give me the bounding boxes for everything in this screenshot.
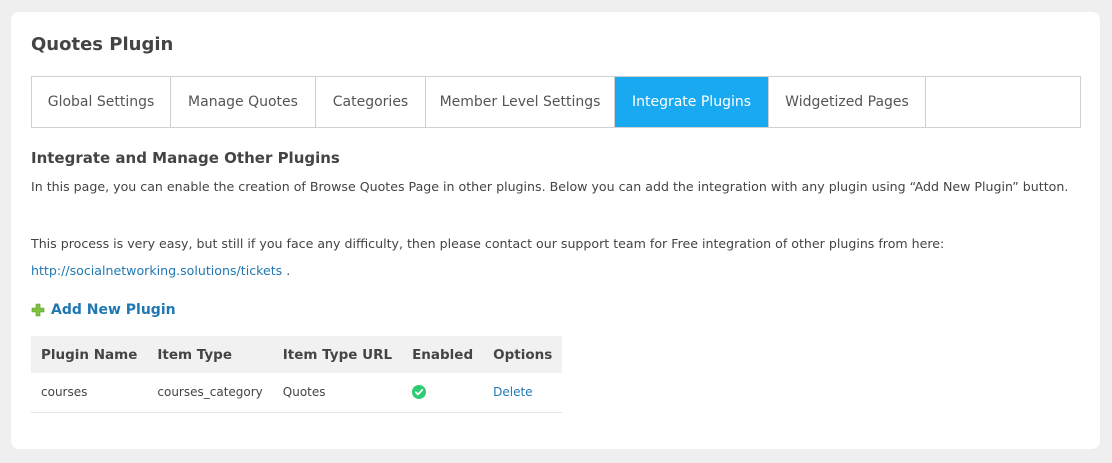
tab-member-level-settings[interactable]: Member Level Settings xyxy=(426,77,615,127)
support-link-suffix: . xyxy=(282,263,291,278)
delete-link[interactable]: Delete xyxy=(493,385,532,399)
tab-widgetized-pages[interactable]: Widgetized Pages xyxy=(769,77,926,127)
tab-global-settings[interactable]: Global Settings xyxy=(32,77,171,127)
content-card: Quotes Plugin Global Settings Manage Quo… xyxy=(11,12,1100,449)
header-item-type: Item Type xyxy=(147,336,273,373)
tab-bar: Global Settings Manage Quotes Categories… xyxy=(31,76,1081,128)
support-text: This process is very easy, but still if … xyxy=(31,236,945,251)
header-plugin-name: Plugin Name xyxy=(31,336,148,373)
support-link-line: http://socialnetworking.solutions/ticket… xyxy=(31,263,290,278)
section-description: In this page, you can enable the creatio… xyxy=(31,179,1069,194)
header-enabled: Enabled xyxy=(402,336,484,373)
add-new-plugin-button[interactable]: Add New Plugin xyxy=(31,302,176,318)
table-row: courses courses_category Quotes Delete xyxy=(31,373,563,413)
section-heading: Integrate and Manage Other Plugins xyxy=(31,149,340,167)
support-link[interactable]: http://socialnetworking.solutions/ticket… xyxy=(31,263,282,278)
cell-item-type: courses_category xyxy=(147,373,273,413)
cell-enabled xyxy=(402,373,484,413)
check-circle-icon[interactable] xyxy=(412,385,427,400)
tab-manage-quotes[interactable]: Manage Quotes xyxy=(171,77,316,127)
tab-categories[interactable]: Categories xyxy=(316,77,426,127)
plugins-table: Plugin Name Item Type Item Type URL Enab… xyxy=(31,336,563,413)
cell-plugin-name: courses xyxy=(31,373,148,413)
header-item-type-url: Item Type URL xyxy=(272,336,403,373)
cell-item-type-url: Quotes xyxy=(272,373,403,413)
plus-icon xyxy=(31,303,45,317)
page-title: Quotes Plugin xyxy=(31,34,174,55)
add-new-plugin-label: Add New Plugin xyxy=(51,302,176,318)
header-options: Options xyxy=(483,336,563,373)
tab-integrate-plugins[interactable]: Integrate Plugins xyxy=(615,77,769,127)
table-header-row: Plugin Name Item Type Item Type URL Enab… xyxy=(31,336,563,373)
cell-options: Delete xyxy=(483,373,563,413)
